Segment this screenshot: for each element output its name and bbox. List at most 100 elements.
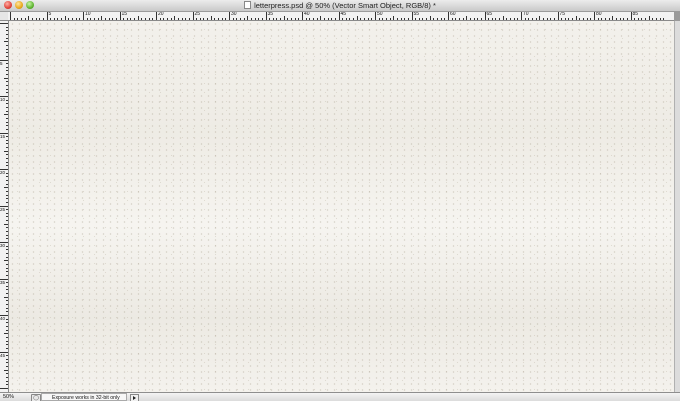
ruler-label: 35 xyxy=(0,279,6,285)
ruler-minor-tick xyxy=(659,18,661,20)
ruler-major-tick xyxy=(484,12,486,20)
ruler-minor-tick xyxy=(163,18,165,20)
ruler-minor-tick xyxy=(24,18,26,20)
ruler-minor-tick xyxy=(148,18,150,20)
ruler-label: 5 xyxy=(48,12,52,17)
ruler-minor-tick xyxy=(590,18,592,20)
ruler-minor-tick xyxy=(141,18,143,20)
ruler-minor-tick xyxy=(4,114,8,116)
ruler-minor-tick xyxy=(17,18,19,20)
document-canvas[interactable] xyxy=(9,21,674,392)
zoom-level[interactable]: 50% xyxy=(3,393,29,401)
ruler-major-tick xyxy=(630,12,632,20)
ruler-minor-tick xyxy=(455,18,457,20)
ruler-minor-tick xyxy=(385,18,387,20)
ruler-minor-tick xyxy=(6,274,8,276)
ruler-minor-tick xyxy=(6,220,8,222)
ruler-minor-tick xyxy=(444,18,446,20)
ruler-minor-tick xyxy=(207,18,209,20)
vertical-ruler[interactable]: 5 10 15 20 25 30 35 40 45 xyxy=(0,21,9,392)
ruler-minor-tick xyxy=(6,103,8,105)
ruler-minor-tick xyxy=(6,362,8,364)
ruler-minor-tick xyxy=(6,92,8,94)
ruler-minor-tick xyxy=(261,18,263,20)
ruler-minor-tick xyxy=(152,18,154,20)
ruler-minor-tick xyxy=(294,18,296,20)
ruler-minor-tick xyxy=(418,18,420,20)
ruler-minor-tick xyxy=(615,18,617,20)
ruler-minor-tick xyxy=(320,16,322,20)
ruler-minor-tick xyxy=(626,18,628,20)
ruler-minor-tick xyxy=(323,18,325,20)
ruler-minor-tick xyxy=(6,194,8,196)
ruler-minor-tick xyxy=(422,18,424,20)
ruler-minor-tick xyxy=(360,18,362,20)
status-menu-arrow-icon[interactable] xyxy=(130,394,139,401)
ruler-minor-tick xyxy=(6,154,8,156)
ruler-minor-tick xyxy=(546,18,548,20)
ruler-minor-tick xyxy=(42,18,44,20)
window-title: letterpress.psd @ 50% (Vector Smart Obje… xyxy=(0,0,680,11)
ruler-minor-tick xyxy=(561,18,563,20)
ruler-minor-tick xyxy=(6,165,8,167)
ruler-minor-tick xyxy=(327,18,329,20)
ruler-minor-tick xyxy=(415,18,417,20)
status-info-icon[interactable]: ◯ xyxy=(31,394,41,401)
ruler-minor-tick xyxy=(623,18,625,20)
ruler-minor-tick xyxy=(488,18,490,20)
ruler-minor-tick xyxy=(6,245,8,247)
title-bar[interactable]: letterpress.psd @ 50% (Vector Smart Obje… xyxy=(0,0,680,12)
ruler-minor-tick xyxy=(6,322,8,324)
ruler-minor-tick xyxy=(6,355,8,357)
ruler-minor-tick xyxy=(550,18,552,20)
ruler-minor-tick xyxy=(6,267,8,269)
ruler-minor-tick xyxy=(104,18,106,20)
horizontal-ruler[interactable]: 5 10 15 20 25 30 35 40 45 50 55 60 65 70 75 80 85 xyxy=(8,12,674,21)
ruler-minor-tick xyxy=(181,18,183,20)
ruler-minor-tick xyxy=(345,18,347,20)
ruler-minor-tick xyxy=(6,48,8,50)
ruler-major-tick xyxy=(10,12,11,20)
ruler-minor-tick xyxy=(6,117,8,119)
ruler-minor-tick xyxy=(214,18,216,20)
ruler-minor-tick xyxy=(513,18,515,20)
ruler-minor-tick xyxy=(57,18,59,20)
ruler-minor-tick xyxy=(433,18,435,20)
ruler-minor-tick xyxy=(276,18,278,20)
ruler-minor-tick xyxy=(6,366,8,368)
ruler-label: 80 xyxy=(596,12,602,17)
ruler-minor-tick xyxy=(6,329,8,331)
ruler-label: 20 xyxy=(158,12,164,17)
ruler-minor-tick xyxy=(6,347,8,349)
vertical-scrollbar[interactable] xyxy=(674,21,680,392)
ruler-major-tick xyxy=(411,12,413,20)
ruler-minor-tick xyxy=(6,30,8,32)
ruler-minor-tick xyxy=(35,18,37,20)
ruler-minor-tick xyxy=(6,216,8,218)
ruler-major-tick xyxy=(156,12,157,20)
ruler-minor-tick xyxy=(371,18,373,20)
ruler-minor-tick xyxy=(236,18,238,20)
ruler-minor-tick xyxy=(6,63,8,65)
ruler-minor-tick xyxy=(404,18,406,20)
ruler-minor-tick xyxy=(426,18,428,20)
ruler-label: 5 xyxy=(0,60,3,66)
ruler-minor-tick xyxy=(6,289,8,291)
ruler-label: 50 xyxy=(377,12,383,17)
ruler-minor-tick xyxy=(437,18,439,20)
ruler-minor-tick xyxy=(188,18,190,20)
ruler-minor-tick xyxy=(112,18,114,20)
ruler-minor-tick xyxy=(4,187,8,189)
ruler-minor-tick xyxy=(6,318,8,320)
ruler-minor-tick xyxy=(6,158,8,160)
ruler-minor-tick xyxy=(6,231,8,233)
ruler-minor-tick xyxy=(6,249,8,251)
ruler-minor-tick xyxy=(6,373,8,375)
ruler-major-tick xyxy=(338,12,340,20)
ruler-minor-tick xyxy=(232,18,234,20)
ruler-minor-tick xyxy=(75,18,77,20)
ruler-minor-tick xyxy=(64,16,66,20)
ruler-minor-tick xyxy=(572,18,574,20)
ruler-minor-tick xyxy=(4,369,8,371)
ruler-minor-tick xyxy=(203,18,205,20)
